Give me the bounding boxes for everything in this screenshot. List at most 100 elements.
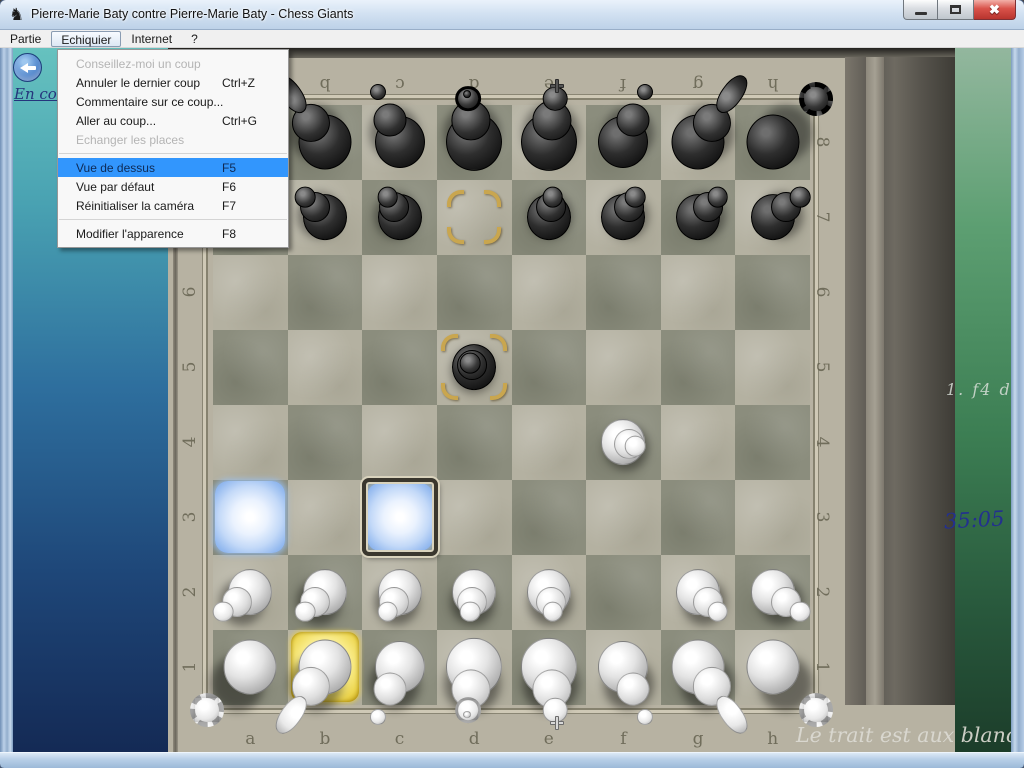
menubar-item-?[interactable]: ? — [182, 31, 207, 47]
rank-label-left-5: 5 — [180, 362, 200, 373]
square-g4[interactable] — [661, 405, 736, 480]
square-c6[interactable] — [362, 255, 437, 330]
corner-mark — [447, 227, 464, 244]
square-b6[interactable] — [288, 255, 363, 330]
back-button[interactable] — [13, 53, 42, 82]
square-e4[interactable] — [512, 405, 587, 480]
piece-part — [370, 84, 386, 100]
piece-part — [190, 693, 224, 727]
square-g3[interactable] — [661, 480, 736, 555]
menu-item-label: Commentaire sur ce coup... — [76, 95, 223, 109]
rank-label-right-6: 6 — [812, 287, 832, 298]
back-arrow-icon-bar — [27, 66, 36, 70]
menu-item-conseillez-moi-un-coup[interactable]: Conseillez-moi un coup — [58, 54, 288, 73]
piece-part — [637, 84, 653, 100]
menu-item-vue-de-dessus[interactable]: Vue de dessusF5 — [58, 158, 288, 177]
menu-item-echanger-les-places[interactable]: Echanger les places — [58, 130, 288, 149]
piece-part — [377, 601, 398, 622]
menubar-item-echiquier[interactable]: Echiquier — [51, 31, 121, 47]
piece-part — [460, 601, 481, 622]
file-label-top-c: c — [395, 74, 405, 94]
square-h6[interactable] — [735, 255, 810, 330]
rank-label-right-3: 3 — [812, 512, 832, 523]
menu-item-annuler-le-dernier-coup[interactable]: Annuler le dernier coupCtrl+Z — [58, 73, 288, 92]
piece-part — [790, 601, 811, 622]
move-list: 1. f4 d5 — [946, 380, 1016, 399]
piece-part — [746, 114, 799, 169]
file-label-bottom-f: f — [620, 729, 626, 749]
menu-item-label: Echanger les places — [76, 133, 222, 147]
file-label-bottom-h: h — [767, 729, 778, 749]
king-cross-icon — [555, 716, 559, 730]
piece-part — [377, 187, 398, 208]
square-b4[interactable] — [288, 405, 363, 480]
menu-item-shortcut: F6 — [222, 180, 280, 194]
marker-hover-frame-c3[interactable] — [362, 478, 438, 556]
menu-item-commentaire-sur-ce-coup[interactable]: Commentaire sur ce coup... — [58, 92, 288, 111]
piece-part — [637, 709, 653, 725]
square-g5[interactable] — [661, 330, 736, 405]
marker-move-from-d7 — [447, 190, 501, 244]
square-d3[interactable] — [437, 480, 512, 555]
square-a4[interactable] — [213, 405, 288, 480]
square-h3[interactable] — [735, 480, 810, 555]
square-h4[interactable] — [735, 405, 810, 480]
menu-item-label: Vue par défaut — [76, 180, 222, 194]
square-e5[interactable] — [512, 330, 587, 405]
square-g6[interactable] — [661, 255, 736, 330]
close-button[interactable]: ✖ — [974, 0, 1016, 20]
square-d4[interactable] — [437, 405, 512, 480]
menu-item-aller-au-coup[interactable]: Aller au coup...Ctrl+G — [58, 111, 288, 130]
piece-part — [213, 601, 234, 622]
maximize-button[interactable] — [938, 0, 974, 20]
rank-label-left-3: 3 — [180, 512, 200, 523]
square-f5[interactable] — [586, 330, 661, 405]
piece-part — [799, 82, 833, 116]
menu-item-label: Vue de dessus — [76, 161, 222, 175]
square-b3[interactable] — [288, 480, 363, 555]
corner-mark — [447, 190, 464, 207]
game-clock: 35:05 — [943, 506, 1005, 533]
piece-part — [370, 709, 386, 725]
minimize-icon — [915, 12, 927, 15]
menu-separator — [59, 219, 287, 220]
piece-part — [746, 639, 799, 694]
menu-item-vue-par-defaut[interactable]: Vue par défautF6 — [58, 177, 288, 196]
menu-item-modifier-l-apparence[interactable]: Modifier l'apparenceF8 — [58, 224, 288, 243]
title-bar[interactable]: ♞ Pierre-Marie Baty contre Pierre-Marie … — [0, 0, 1024, 30]
echiquier-menu: Conseillez-moi un coupAnnuler le dernier… — [57, 49, 289, 248]
corner-mark — [484, 190, 501, 207]
file-label-bottom-g: g — [693, 729, 704, 749]
corner-mark — [490, 383, 507, 400]
window-border-right — [1011, 30, 1024, 752]
file-label-bottom-e: e — [544, 729, 554, 749]
piece-part — [374, 672, 407, 705]
corner-mark — [490, 334, 507, 351]
close-icon: ✖ — [989, 3, 1000, 16]
menu-item-label: Aller au coup... — [76, 114, 222, 128]
square-a5[interactable] — [213, 330, 288, 405]
menubar-item-partie[interactable]: Partie — [1, 31, 50, 47]
window-border-bottom — [0, 752, 1024, 768]
square-f2[interactable] — [586, 555, 661, 630]
minimize-button[interactable] — [903, 0, 938, 20]
square-e6[interactable] — [512, 255, 587, 330]
square-b5[interactable] — [288, 330, 363, 405]
menu-item-label: Annuler le dernier coup — [76, 76, 222, 90]
square-a6[interactable] — [213, 255, 288, 330]
menu-item-reinitialiser-la-camera[interactable]: Réinitialiser la caméraF7 — [58, 196, 288, 215]
square-d6[interactable] — [437, 255, 512, 330]
menubar-item-internet[interactable]: Internet — [122, 31, 181, 47]
square-c5[interactable] — [362, 330, 437, 405]
square-e3[interactable] — [512, 480, 587, 555]
marker-hint-a3[interactable] — [215, 481, 285, 553]
menu-item-label: Modifier l'apparence — [76, 227, 222, 241]
rank-label-right-7: 7 — [812, 212, 832, 223]
square-c4[interactable] — [362, 405, 437, 480]
file-label-top-b: b — [319, 74, 330, 94]
square-h5[interactable] — [735, 330, 810, 405]
window-border-left — [0, 30, 13, 752]
square-f6[interactable] — [586, 255, 661, 330]
corner-mark — [484, 227, 501, 244]
square-f3[interactable] — [586, 480, 661, 555]
